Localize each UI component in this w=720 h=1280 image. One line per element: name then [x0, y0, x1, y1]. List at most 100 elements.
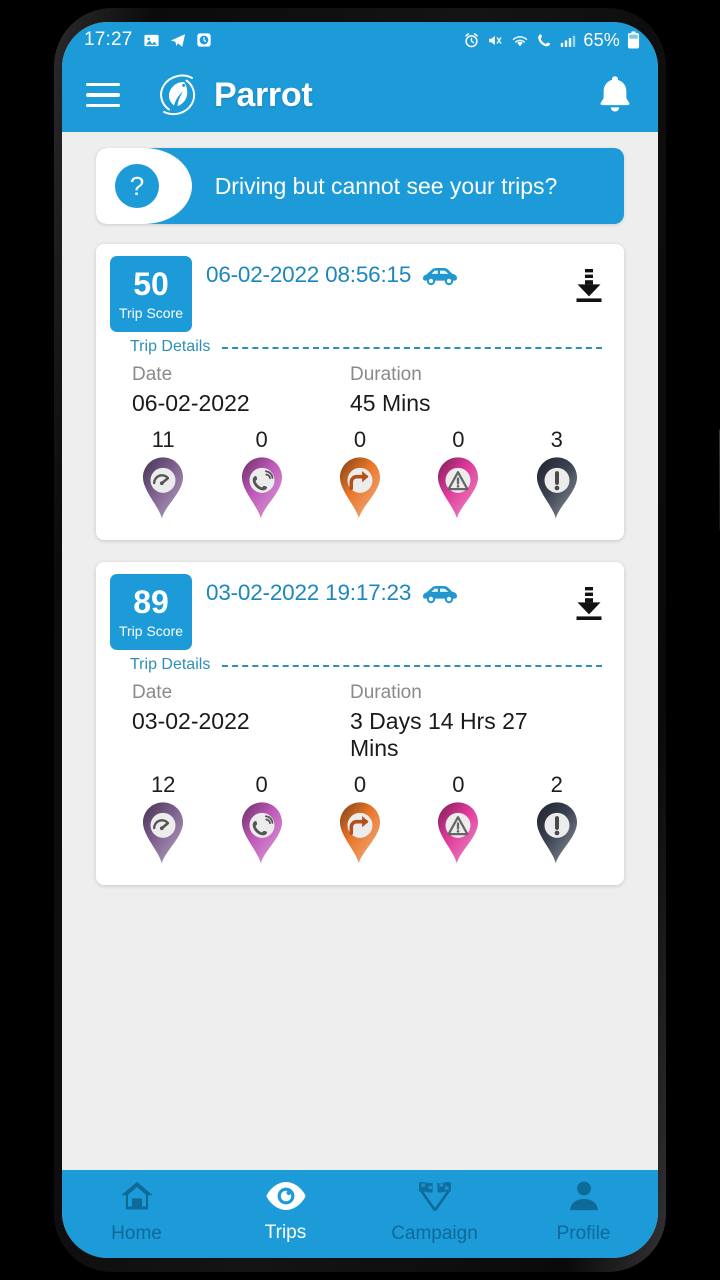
metric-count: 0: [255, 772, 268, 797]
dashed-line: [222, 347, 602, 349]
home-icon: [117, 1178, 157, 1219]
mute-vibrate-icon: [489, 35, 502, 45]
car-icon: [423, 268, 458, 286]
download-icon: [576, 269, 602, 302]
trip-score-value: 89: [133, 583, 169, 620]
date-value: 06-02-2022: [132, 390, 250, 416]
nav-item-campaign[interactable]: Campaign: [360, 1178, 509, 1245]
trip-info-row: Date 06-02-2022 Duration 45 Mins: [96, 356, 624, 417]
metric-count: 11: [151, 427, 175, 452]
nav-item-profile[interactable]: Profile: [509, 1178, 658, 1245]
clock-icon: [196, 33, 211, 47]
nav-label: Home: [111, 1222, 162, 1244]
trip-score-badge: 50 Trip Score: [110, 256, 192, 332]
metric-sharp-turn[interactable]: 0: [314, 772, 406, 871]
trip-card[interactable]: 89 Trip Score 03-02-2022 19:17:23 Trip Deta…: [96, 562, 624, 885]
checkered-flags-icon: [414, 1178, 456, 1219]
brand-logo: Parrot: [152, 69, 313, 121]
trip-card[interactable]: 50 Trip Score 06-02-2022 08:56:15 Trip Deta…: [96, 244, 624, 540]
speedometer-pin-icon: [137, 455, 189, 526]
metric-sharp-turn[interactable]: 0: [314, 427, 406, 526]
metric-harsh-warning[interactable]: 0: [412, 427, 504, 526]
nav-label: Profile: [556, 1222, 611, 1244]
download-trip-button[interactable]: [572, 574, 610, 629]
metric-count: 0: [353, 772, 367, 797]
question-mark-icon: ?: [115, 164, 159, 208]
parrot-bird-logo-icon: [160, 74, 196, 116]
duration-label: Duration: [350, 364, 422, 385]
nav-item-home[interactable]: Home: [62, 1178, 211, 1245]
trip-details-label: Trip Details: [130, 338, 211, 355]
metric-overspeeding[interactable]: 11: [117, 427, 209, 526]
trip-score-value: 50: [133, 265, 169, 302]
metric-count: 0: [353, 427, 367, 452]
status-time: 17:27: [84, 29, 133, 50]
trip-details-label: Trip Details: [130, 656, 211, 673]
date-label: Date: [132, 682, 173, 703]
trip-date-column: Date 03-02-2022: [132, 682, 342, 762]
trip-score-label: Trip Score: [118, 304, 184, 321]
metric-count: 3: [550, 427, 563, 452]
wifi-icon: [513, 35, 528, 46]
metric-count: 2: [550, 772, 563, 797]
brand-name: Parrot: [214, 75, 313, 114]
metric-count: 0: [452, 772, 465, 797]
duration-value: 45 Mins: [350, 390, 431, 416]
sharp-turn-pin-icon: [334, 800, 386, 871]
phone-call-pin-icon: [236, 455, 288, 526]
metric-count: 12: [150, 772, 176, 797]
signal-bars-icon: [561, 35, 576, 47]
warning-pin-icon: [432, 800, 484, 871]
trip-header-info: 06-02-2022 08:56:15: [192, 256, 572, 288]
trip-metrics-row: 11 0 0 0 3: [96, 417, 624, 526]
trip-details-divider: Trip Details: [96, 650, 624, 674]
trip-info-row: Date 03-02-2022 Duration 3 Days 14 Hrs 27 M…: [96, 674, 624, 762]
warning-pin-icon: [432, 455, 484, 526]
help-banner[interactable]: ? Driving but cannot see your trips?: [96, 148, 624, 224]
metric-harsh-warning[interactable]: 0: [412, 772, 504, 871]
content-area: ? Driving but cannot see your trips? 50 T…: [62, 132, 658, 1170]
alarm-icon: [465, 32, 479, 47]
battery-icon: [627, 31, 640, 49]
speedometer-pin-icon: [137, 800, 189, 871]
metric-overspeeding[interactable]: 12: [117, 772, 209, 871]
status-left-icons: [143, 32, 212, 49]
bottom-navigation: Home Trips Campaign Profile: [62, 1170, 658, 1258]
app-bar: Parrot: [62, 58, 658, 132]
exclamation-pin-icon: [531, 800, 583, 871]
trip-datetime: 06-02-2022 08:56:15: [206, 262, 412, 287]
trip-details-divider: Trip Details: [96, 332, 624, 356]
trip-duration-column: Duration 3 Days 14 Hrs 27 Mins: [342, 682, 552, 762]
help-banner-badge: ?: [96, 148, 192, 224]
call-signal-icon: [538, 34, 551, 47]
duration-value: 3 Days 14 Hrs 27 Mins: [350, 708, 528, 761]
person-icon: [565, 1178, 603, 1219]
telegram-icon: [170, 33, 185, 47]
phone-call-pin-icon: [236, 800, 288, 871]
hamburger-line: [86, 103, 120, 108]
date-label: Date: [132, 364, 173, 385]
nav-label: Trips: [264, 1221, 307, 1243]
bell-icon[interactable]: [594, 72, 636, 119]
hamburger-line: [86, 93, 120, 97]
trip-score-badge: 89 Trip Score: [110, 574, 192, 650]
metric-phone-usage[interactable]: 0: [216, 772, 308, 871]
battery-percent-label: 65%: [583, 29, 620, 50]
trip-card-header: 89 Trip Score 03-02-2022 19:17:23: [96, 562, 624, 650]
sharp-turn-pin-icon: [334, 455, 386, 526]
nav-item-trips[interactable]: Trips: [211, 1179, 360, 1244]
metric-phone-usage[interactable]: 0: [216, 427, 308, 526]
download-trip-button[interactable]: [572, 256, 610, 311]
hamburger-menu-icon[interactable]: [86, 80, 126, 110]
trip-card-header: 50 Trip Score 06-02-2022 08:56:15: [96, 244, 624, 332]
metric-alerts[interactable]: 3: [511, 427, 603, 526]
car-icon: [423, 586, 458, 604]
nav-label: Campaign: [391, 1222, 478, 1244]
hamburger-line: [86, 82, 120, 87]
trip-datetime: 03-02-2022 19:17:23: [206, 580, 412, 605]
status-right-icons: 65%: [463, 30, 640, 51]
trip-duration-column: Duration 45 Mins: [342, 364, 552, 417]
metric-alerts[interactable]: 2: [511, 772, 603, 871]
dashed-line: [222, 665, 602, 667]
exclamation-pin-icon: [531, 455, 583, 526]
